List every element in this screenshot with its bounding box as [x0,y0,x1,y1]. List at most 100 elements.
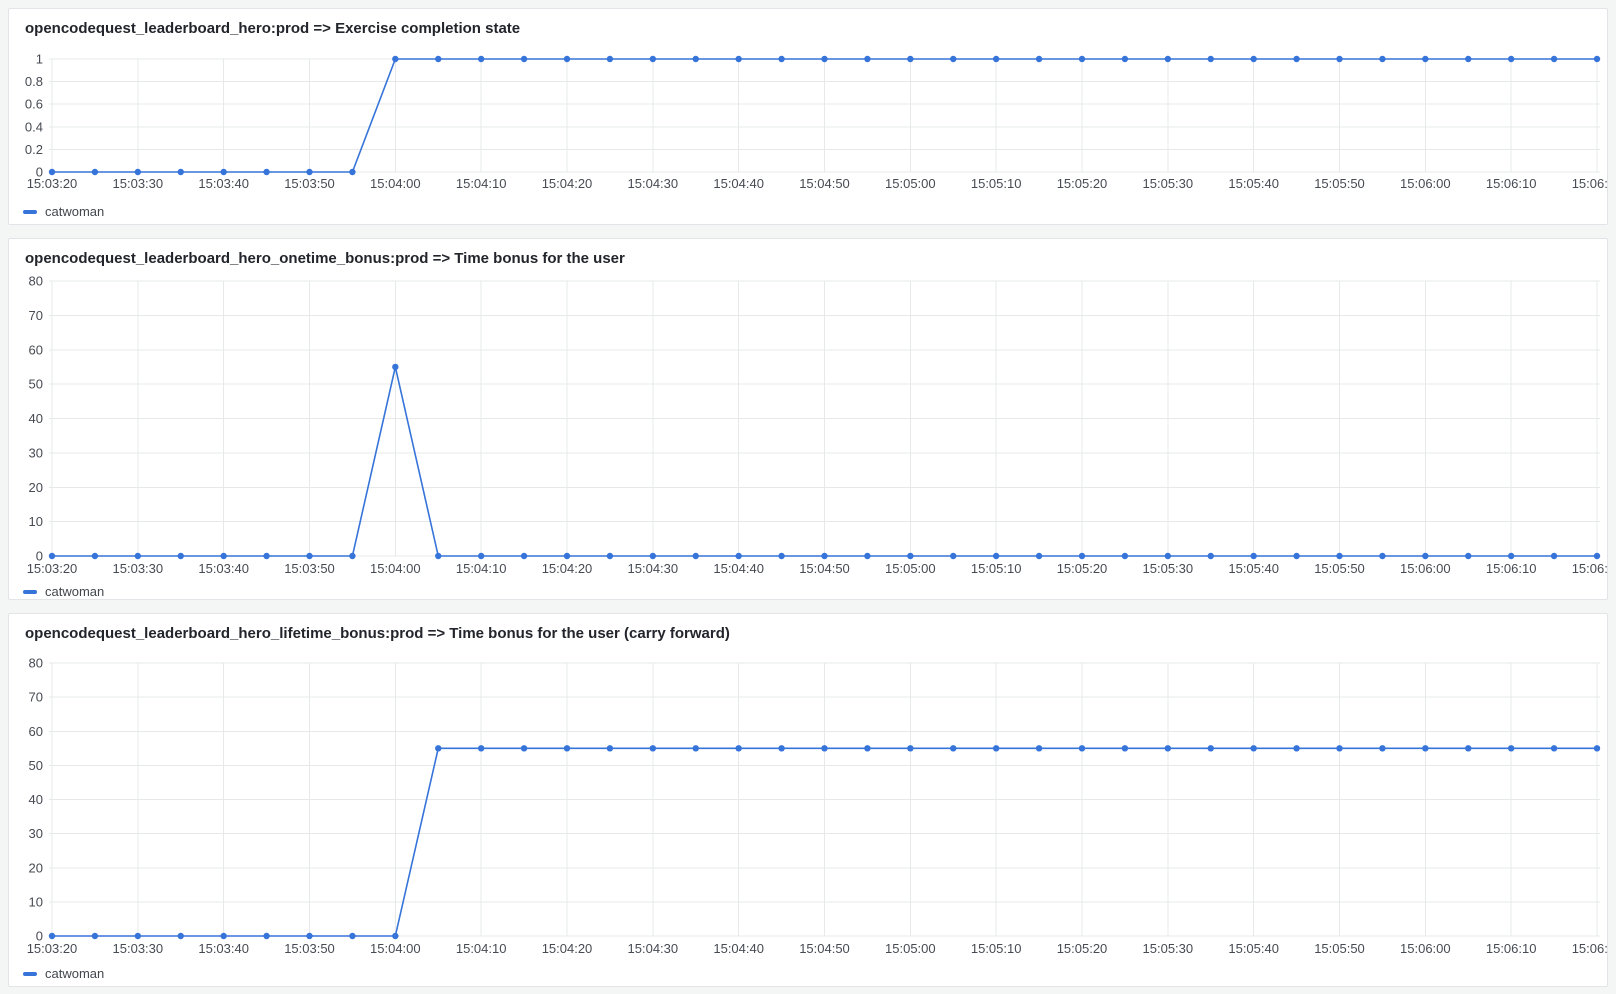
legend-item-catwoman[interactable]: catwoman [23,584,104,599]
svg-text:15:06:00: 15:06:00 [1400,176,1451,191]
svg-text:15:03:50: 15:03:50 [284,176,335,191]
panel-title-onetime-bonus[interactable]: opencodequest_leaderboard_hero_onetime_b… [9,239,1607,275]
svg-text:15:05:30: 15:05:30 [1143,561,1194,576]
svg-text:15:05:50: 15:05:50 [1314,176,1365,191]
chart-canvas-onetime-bonus[interactable]: 0102030405060708015:03:2015:03:3015:03:4… [9,275,1608,580]
svg-text:15:05:10: 15:05:10 [971,176,1022,191]
svg-text:70: 70 [29,690,43,705]
svg-text:15:04:30: 15:04:30 [628,941,679,956]
svg-text:15:04:20: 15:04:20 [542,176,593,191]
legend-label: catwoman [45,966,104,981]
svg-text:15:06:00: 15:06:00 [1400,561,1451,576]
svg-text:15:06:20: 15:06:20 [1572,941,1608,956]
svg-text:15:05:00: 15:05:00 [885,941,936,956]
legend-label: catwoman [45,584,104,599]
svg-text:15:04:30: 15:04:30 [628,176,679,191]
svg-text:15:04:00: 15:04:00 [370,176,421,191]
svg-text:15:04:30: 15:04:30 [628,561,679,576]
legend-exercise-completion: catwoman [23,204,1607,219]
svg-text:0.2: 0.2 [25,142,43,157]
svg-text:15:03:30: 15:03:30 [113,561,164,576]
svg-text:15:05:20: 15:05:20 [1057,176,1108,191]
svg-text:15:05:00: 15:05:00 [885,561,936,576]
svg-text:10: 10 [29,514,43,529]
svg-text:15:03:50: 15:03:50 [284,941,335,956]
svg-text:1: 1 [36,52,43,67]
svg-text:15:04:40: 15:04:40 [713,176,764,191]
svg-text:20: 20 [29,480,43,495]
legend-onetime-bonus: catwoman [23,584,1607,599]
svg-text:15:06:00: 15:06:00 [1400,941,1451,956]
svg-text:30: 30 [29,445,43,460]
svg-text:15:04:40: 15:04:40 [713,561,764,576]
svg-text:15:06:10: 15:06:10 [1486,176,1537,191]
svg-text:15:03:20: 15:03:20 [27,176,78,191]
svg-text:15:04:20: 15:04:20 [542,941,593,956]
svg-text:15:05:40: 15:05:40 [1228,561,1279,576]
chart-canvas-exercise-completion[interactable]: 00.20.40.60.8115:03:2015:03:3015:03:4015… [9,45,1608,200]
svg-text:60: 60 [29,724,43,739]
svg-text:15:06:20: 15:06:20 [1572,176,1608,191]
svg-text:15:03:30: 15:03:30 [113,176,164,191]
svg-text:50: 50 [29,758,43,773]
series-color-swatch-icon [23,590,37,594]
svg-text:15:03:40: 15:03:40 [198,561,249,576]
svg-text:15:05:10: 15:05:10 [971,941,1022,956]
svg-text:0.8: 0.8 [25,74,43,89]
svg-text:15:03:50: 15:03:50 [284,561,335,576]
svg-text:15:05:40: 15:05:40 [1228,176,1279,191]
svg-text:15:04:50: 15:04:50 [799,561,850,576]
panel-exercise-completion-state: opencodequest_leaderboard_hero:prod => E… [8,8,1608,225]
svg-text:80: 80 [29,656,43,671]
svg-text:15:05:20: 15:05:20 [1057,561,1108,576]
svg-text:15:05:10: 15:05:10 [971,561,1022,576]
svg-text:30: 30 [29,826,43,841]
series-color-swatch-icon [23,972,37,976]
legend-item-catwoman[interactable]: catwoman [23,966,104,981]
svg-text:15:04:50: 15:04:50 [799,941,850,956]
svg-text:20: 20 [29,860,43,875]
panel-title-lifetime-bonus[interactable]: opencodequest_leaderboard_hero_lifetime_… [9,614,1607,650]
svg-text:15:04:20: 15:04:20 [542,561,593,576]
svg-text:50: 50 [29,377,43,392]
svg-text:40: 40 [29,792,43,807]
legend-lifetime-bonus: catwoman [23,966,1607,981]
svg-text:80: 80 [29,275,43,289]
chart-canvas-lifetime-bonus[interactable]: 0102030405060708015:03:2015:03:3015:03:4… [9,650,1608,962]
legend-item-catwoman[interactable]: catwoman [23,204,104,219]
series-color-swatch-icon [23,210,37,214]
svg-text:10: 10 [29,894,43,909]
svg-text:60: 60 [29,342,43,357]
svg-text:15:04:00: 15:04:00 [370,561,421,576]
svg-text:15:06:10: 15:06:10 [1486,561,1537,576]
svg-text:15:03:40: 15:03:40 [198,941,249,956]
svg-text:15:05:20: 15:05:20 [1057,941,1108,956]
panel-title-exercise-completion[interactable]: opencodequest_leaderboard_hero:prod => E… [9,9,1607,45]
svg-text:15:04:50: 15:04:50 [799,176,850,191]
svg-text:0.6: 0.6 [25,97,43,112]
svg-text:15:05:40: 15:05:40 [1228,941,1279,956]
panel-onetime-bonus: opencodequest_leaderboard_hero_onetime_b… [8,238,1608,600]
svg-text:15:04:10: 15:04:10 [456,176,507,191]
svg-text:15:05:50: 15:05:50 [1314,941,1365,956]
svg-text:15:04:00: 15:04:00 [370,941,421,956]
svg-text:15:03:20: 15:03:20 [27,561,78,576]
panel-lifetime-bonus: opencodequest_leaderboard_hero_lifetime_… [8,613,1608,987]
svg-text:15:03:30: 15:03:30 [113,941,164,956]
svg-text:15:03:40: 15:03:40 [198,176,249,191]
svg-text:15:05:30: 15:05:30 [1143,941,1194,956]
svg-text:15:03:20: 15:03:20 [27,941,78,956]
svg-text:40: 40 [29,411,43,426]
svg-text:15:04:10: 15:04:10 [456,561,507,576]
legend-label: catwoman [45,204,104,219]
dashboard: opencodequest_leaderboard_hero:prod => E… [0,0,1616,994]
svg-text:15:06:20: 15:06:20 [1572,561,1608,576]
svg-text:70: 70 [29,308,43,323]
svg-text:0.4: 0.4 [25,119,43,134]
svg-text:15:06:10: 15:06:10 [1486,941,1537,956]
svg-text:15:04:40: 15:04:40 [713,941,764,956]
svg-text:15:05:50: 15:05:50 [1314,561,1365,576]
svg-text:15:04:10: 15:04:10 [456,941,507,956]
svg-text:15:05:00: 15:05:00 [885,176,936,191]
svg-text:15:05:30: 15:05:30 [1143,176,1194,191]
